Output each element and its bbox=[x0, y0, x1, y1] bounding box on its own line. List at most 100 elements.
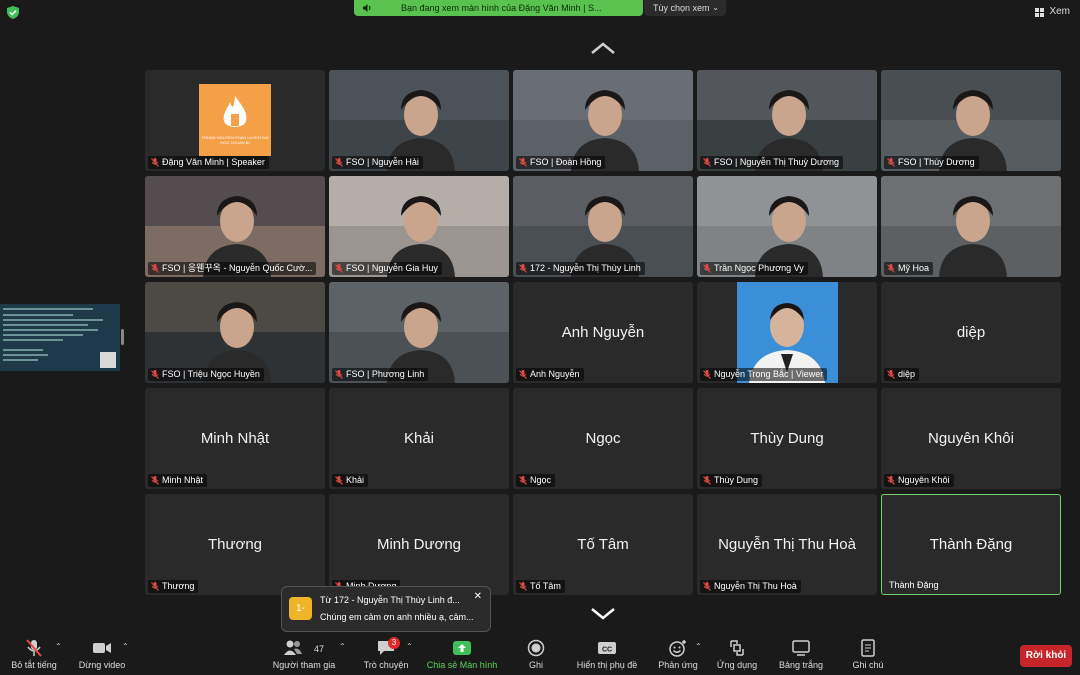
chat-unread-badge: 3 bbox=[388, 637, 400, 649]
whiteboard-label: Bảng trắng bbox=[778, 660, 824, 670]
apps-icon bbox=[730, 640, 744, 656]
microphone-muted-icon bbox=[887, 158, 895, 167]
microphone-muted-icon bbox=[151, 158, 159, 167]
speaker-logo: TRUNG NGUYEN PHAN LUYEN DAI HOC CHUAN BI bbox=[199, 84, 271, 156]
participant-tile[interactable]: Nguyên Khôi Nguyên Khôi bbox=[881, 388, 1061, 489]
chat-notification[interactable]: 1- Từ 172 - Nguyễn Thị Thùy Linh đ... Ch… bbox=[281, 586, 491, 632]
logo-text: TRUNG NGUYEN PHAN LUYEN DAI HOC CHUAN BI bbox=[201, 134, 269, 145]
close-icon[interactable]: ✕ bbox=[474, 591, 482, 602]
participant-tile[interactable]: 172 - Nguyễn Thị Thùy Linh bbox=[513, 176, 693, 277]
participant-tile[interactable]: Minh DươngMinh Dương bbox=[329, 494, 509, 595]
microphone-muted-icon bbox=[703, 476, 711, 485]
participant-name-text: 172 - Nguyễn Thị Thùy Linh bbox=[530, 263, 641, 273]
participant-name-text: Ngọc bbox=[530, 475, 552, 485]
share-screen-label: Chia sẻ Màn hình bbox=[426, 660, 498, 670]
participant-name-label: Ngọc bbox=[516, 474, 556, 487]
chat-options-caret[interactable]: ⌃ bbox=[406, 642, 413, 651]
flame-logo-icon bbox=[223, 95, 247, 127]
participant-name-text: Nguyễn Trọng Bắc | Viewer bbox=[714, 369, 824, 379]
participant-tile[interactable]: Thương Thương bbox=[145, 494, 325, 595]
closed-captions-icon: CC bbox=[598, 642, 616, 654]
participant-tile[interactable]: Nguyễn Trọng Bắc | Viewer bbox=[697, 282, 877, 383]
microphone-muted-icon bbox=[519, 476, 527, 485]
participant-tile[interactable]: FSO | 응웬꾸옥 - Nguyễn Quốc Cườ... bbox=[145, 176, 325, 277]
chat-notification-message: Chúng em cảm ơn anh nhiều ạ, cảm... bbox=[320, 612, 474, 622]
participant-name-label: Nguyễn Thị Thu Hoà bbox=[700, 580, 801, 593]
microphone-muted-icon bbox=[26, 639, 42, 657]
view-button[interactable]: Xem bbox=[1035, 5, 1070, 19]
video-options-caret[interactable]: ⌃ bbox=[122, 642, 129, 651]
participant-tile[interactable]: Tố Tâm Tố Tâm bbox=[513, 494, 693, 595]
shield-check-icon[interactable] bbox=[7, 6, 19, 19]
participant-name-label: Trần Ngọc Phương Vy bbox=[700, 262, 808, 275]
participant-name-text: Trần Ngọc Phương Vy bbox=[714, 263, 804, 273]
grid-view-icon bbox=[1035, 8, 1045, 17]
microphone-muted-icon bbox=[519, 158, 527, 167]
participant-tile[interactable]: Nguyễn Thị Thu Hoà Nguyễn Thị Thu Hoà bbox=[697, 494, 877, 595]
participant-tile[interactable]: TRUNG NGUYEN PHAN LUYEN DAI HOC CHUAN BI… bbox=[145, 70, 325, 171]
apps-label: Ứng dụng bbox=[716, 660, 758, 670]
chevron-down-icon: ⌄ bbox=[712, 3, 719, 12]
participant-tile[interactable]: Anh Nguyễn Anh Nguyễn bbox=[513, 282, 693, 383]
participant-name-label: FSO | Triệu Ngọc Huyền bbox=[148, 368, 264, 381]
top-bar: Bạn đang xem màn hình của Đặng Văn Minh … bbox=[0, 0, 1080, 24]
page-up-chevron-icon[interactable] bbox=[589, 40, 617, 56]
reactions-button[interactable]: ⌃ Phản ứng bbox=[654, 635, 702, 675]
participant-tile[interactable]: FSO | Đoàn Hồng bbox=[513, 70, 693, 171]
participant-tile[interactable]: FSO | Nguyễn Thị Thuỳ Dương bbox=[697, 70, 877, 171]
participant-name-label: diệp bbox=[884, 368, 920, 381]
view-options-dropdown[interactable]: Tùy chọn xem ⌄ bbox=[644, 0, 726, 16]
participant-tile[interactable]: FSO | Nguyễn Gia Huy bbox=[329, 176, 509, 277]
share-screen-button[interactable]: Chia sẻ Màn hình bbox=[422, 635, 502, 675]
participant-name-label: Đặng Văn Minh | Speaker bbox=[148, 156, 269, 169]
meeting-toolbar: ⌃ Bỏ tắt tiếng ⌃ Dừng video 47 ⌃ Người t… bbox=[0, 635, 1080, 675]
participant-tile[interactable]: Thành Đặng Thành Đặng bbox=[881, 494, 1061, 595]
participants-count: 47 bbox=[314, 644, 325, 654]
participant-name-label: Nguyên Khôi bbox=[884, 474, 954, 487]
participant-tile[interactable]: diệp diệp bbox=[881, 282, 1061, 383]
notes-button[interactable]: Ghi chú bbox=[844, 635, 892, 675]
participant-tile[interactable]: Khải Khải bbox=[329, 388, 509, 489]
stop-video-button[interactable]: ⌃ Dừng video bbox=[72, 635, 132, 675]
video-camera-icon bbox=[93, 643, 111, 653]
apps-button[interactable]: Ứng dụng bbox=[714, 635, 760, 675]
page-down-chevron-icon[interactable] bbox=[589, 606, 617, 622]
sender-avatar: 1- bbox=[289, 597, 312, 620]
screen-share-banner[interactable]: Bạn đang xem màn hình của Đặng Văn Minh … bbox=[354, 0, 643, 16]
microphone-muted-icon bbox=[519, 264, 527, 273]
chat-button[interactable]: 3 ⌃ Trò chuyện bbox=[358, 635, 414, 675]
record-icon bbox=[527, 639, 545, 657]
participant-name-label: FSO | Nguyễn Hải bbox=[332, 156, 423, 169]
participants-button[interactable]: 47 ⌃ Người tham gia bbox=[266, 635, 346, 675]
notes-icon bbox=[861, 639, 875, 657]
participant-name-text: FSO | 응웬꾸옥 - Nguyễn Quốc Cườ... bbox=[162, 263, 313, 273]
participant-tile[interactable]: Minh Nhật Minh Nhật bbox=[145, 388, 325, 489]
leave-button[interactable]: Rời khỏi bbox=[1020, 645, 1072, 667]
participant-tile[interactable]: Thùy Dung Thùy Dung bbox=[697, 388, 877, 489]
speaker-icon bbox=[363, 4, 371, 12]
thumbnail-resize-handle[interactable] bbox=[121, 329, 124, 345]
mute-options-caret[interactable]: ⌃ bbox=[55, 642, 62, 651]
participant-tile[interactable]: FSO | Thùy Dương bbox=[881, 70, 1061, 171]
mute-label: Bỏ tắt tiếng bbox=[11, 660, 57, 670]
participant-tile[interactable]: FSO | Triệu Ngọc Huyền bbox=[145, 282, 325, 383]
participant-tile[interactable]: Ngọc Ngọc bbox=[513, 388, 693, 489]
participant-tile[interactable]: FSO | Nguyễn Hải bbox=[329, 70, 509, 171]
shared-screen-thumbnail[interactable] bbox=[0, 304, 120, 371]
participant-tile[interactable]: Trần Ngọc Phương Vy bbox=[697, 176, 877, 277]
captions-button[interactable]: CC Hiển thị phụ đề bbox=[572, 635, 642, 675]
reactions-options-caret[interactable]: ⌃ bbox=[695, 642, 702, 651]
participant-tile[interactable]: Mỹ Hoa bbox=[881, 176, 1061, 277]
mute-button[interactable]: ⌃ Bỏ tắt tiếng bbox=[0, 635, 68, 675]
record-button[interactable]: Ghi bbox=[516, 635, 556, 675]
banner-text: Bạn đang xem màn hình của Đặng Văn Minh … bbox=[401, 3, 602, 13]
participant-name-label: FSO | Phương Linh bbox=[332, 368, 429, 381]
participant-name-text: FSO | Nguyễn Gia Huy bbox=[346, 263, 438, 273]
participant-tile[interactable]: FSO | Phương Linh bbox=[329, 282, 509, 383]
participants-options-caret[interactable]: ⌃ bbox=[339, 642, 346, 651]
microphone-muted-icon bbox=[703, 370, 711, 379]
whiteboard-button[interactable]: Bảng trắng bbox=[774, 635, 828, 675]
microphone-muted-icon bbox=[335, 264, 343, 273]
participant-name-text: Đặng Văn Minh | Speaker bbox=[162, 157, 265, 167]
participant-name-text: FSO | Triệu Ngọc Huyền bbox=[162, 369, 260, 379]
